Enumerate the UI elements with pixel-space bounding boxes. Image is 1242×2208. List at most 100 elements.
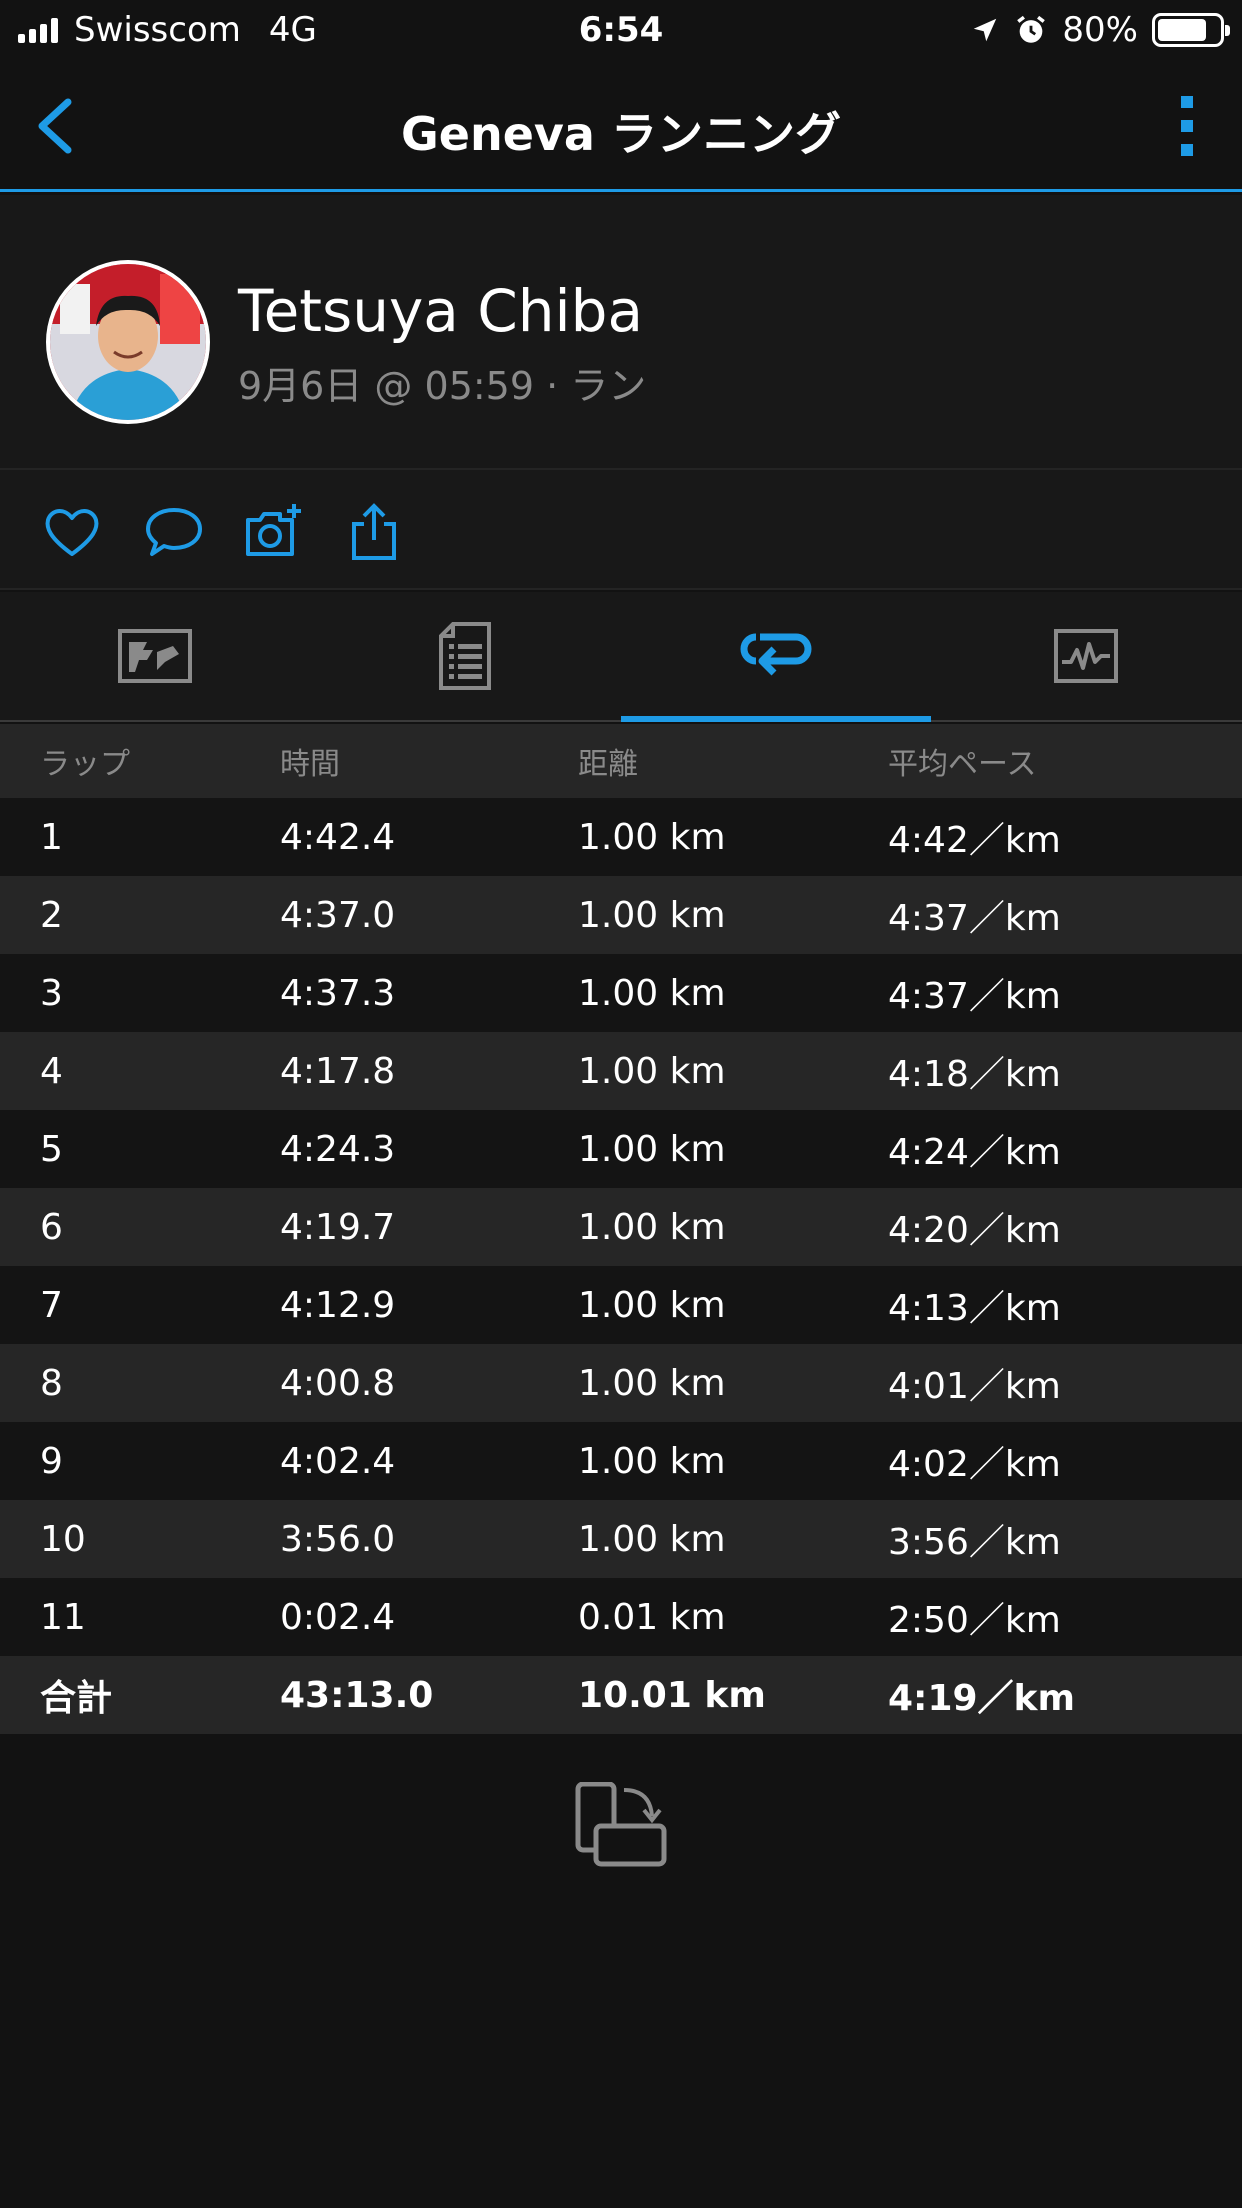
- lap-distance: 1.00 km: [578, 894, 726, 936]
- battery-fill: [1158, 19, 1206, 41]
- table-row: 7 4:12.9 1.00 km 4:13／km: [0, 1266, 1242, 1344]
- header-avg-pace: 平均ペース: [888, 747, 1037, 782]
- table-row: 8 4:00.8 1.00 km 4:01／km: [0, 1344, 1242, 1422]
- lap-pace: 4:13／km: [888, 1288, 1061, 1329]
- activity-tabs: [0, 592, 1242, 722]
- lap-time: 4:42.4: [280, 816, 396, 858]
- profile-header: Tetsuya Chiba 9月6日 @ 05:59 · ラン: [0, 195, 1242, 470]
- lap-distance: 1.00 km: [578, 1362, 726, 1404]
- lap-pace: 4:42／km: [888, 820, 1061, 861]
- laps-icon: [740, 633, 812, 676]
- lap-pace: 4:24／km: [888, 1132, 1061, 1173]
- lap-number: 1: [40, 816, 63, 858]
- tab-map[interactable]: [0, 592, 310, 720]
- lap-number: 11: [40, 1596, 86, 1638]
- lap-pace: 4:37／km: [888, 976, 1061, 1017]
- header-distance: 距離: [578, 747, 638, 782]
- lap-distance: 1.00 km: [578, 1050, 726, 1092]
- lap-distance: 1.00 km: [578, 1128, 726, 1170]
- activity-meta: 9月6日 @ 05:59 · ラン: [238, 364, 647, 408]
- lap-distance: 1.00 km: [578, 1440, 726, 1482]
- lap-time: 4:24.3: [280, 1128, 396, 1170]
- status-left: Swisscom 4G: [18, 10, 317, 50]
- signal-icon: [18, 17, 58, 43]
- alarm-icon: [1017, 15, 1046, 43]
- comment-icon[interactable]: [142, 500, 206, 564]
- header-time: 時間: [280, 747, 340, 782]
- more-vertical-icon[interactable]: [1172, 94, 1202, 158]
- total-pace: 4:19／km: [888, 1678, 1075, 1719]
- table-row: 9 4:02.4 1.00 km 4:02／km: [0, 1422, 1242, 1500]
- rotate-device-icon[interactable]: [574, 1782, 668, 1868]
- nav-bar: Geneva ランニング: [0, 60, 1242, 192]
- lap-number: 6: [40, 1206, 63, 1248]
- lap-pace: 2:50／km: [888, 1600, 1061, 1641]
- battery-percent: 80%: [1062, 10, 1138, 50]
- total-time: 43:13.0: [280, 1674, 434, 1716]
- lap-number: 4: [40, 1050, 63, 1092]
- share-icon[interactable]: [342, 500, 406, 564]
- location-icon: [974, 18, 997, 42]
- lap-pace: 4:18／km: [888, 1054, 1061, 1095]
- lap-distance: 0.01 km: [578, 1596, 726, 1638]
- lap-time: 0:02.4: [280, 1596, 396, 1638]
- lap-number: 5: [40, 1128, 63, 1170]
- lap-pace: 3:56／km: [888, 1522, 1061, 1563]
- chart-icon: [1054, 629, 1118, 683]
- lap-time: 4:17.8: [280, 1050, 396, 1092]
- lap-number: 3: [40, 972, 63, 1014]
- lap-time: 3:56.0: [280, 1518, 396, 1560]
- tab-laps[interactable]: [621, 592, 931, 722]
- details-icon: [439, 622, 491, 690]
- camera-add-icon[interactable]: [242, 500, 306, 564]
- lap-distance: 1.00 km: [578, 1518, 726, 1560]
- total-label: 合計: [40, 1678, 113, 1719]
- lap-pace: 4:20／km: [888, 1210, 1061, 1251]
- lap-time: 4:19.7: [280, 1206, 396, 1248]
- lap-number: 2: [40, 894, 63, 936]
- lap-time: 4:12.9: [280, 1284, 396, 1326]
- heart-icon[interactable]: [40, 500, 104, 564]
- lap-number: 8: [40, 1362, 63, 1404]
- lap-number: 10: [40, 1518, 86, 1560]
- lap-time: 4:00.8: [280, 1362, 396, 1404]
- tab-chart[interactable]: [931, 592, 1241, 720]
- header-lap: ラップ: [40, 747, 130, 782]
- total-distance: 10.01 km: [578, 1674, 766, 1716]
- lap-time: 4:37.0: [280, 894, 396, 936]
- network-label: 4G: [268, 10, 317, 50]
- avatar[interactable]: [46, 260, 210, 424]
- table-row: 2 4:37.0 1.00 km 4:37／km: [0, 876, 1242, 954]
- table-row: 11 0:02.4 0.01 km 2:50／km: [0, 1578, 1242, 1656]
- battery-icon: [1152, 13, 1230, 47]
- laps-table: ラップ 時間 距離 平均ペース 1 4:42.4 1.00 km 4:42／km 2 4:…: [0, 724, 1242, 1734]
- activity-screen: Swisscom 4G 6:54 80% Geneva ランニング Tetsuy…: [0, 0, 1242, 2208]
- lap-pace: 4:02／km: [888, 1444, 1061, 1485]
- carrier-label: Swisscom: [74, 10, 241, 50]
- avatar-image: [50, 264, 206, 420]
- table-row: 1 4:42.4 1.00 km 4:42／km: [0, 798, 1242, 876]
- lap-time: 4:37.3: [280, 972, 396, 1014]
- lap-number: 7: [40, 1284, 63, 1326]
- table-row: 3 4:37.3 1.00 km 4:37／km: [0, 954, 1242, 1032]
- table-row: 6 4:19.7 1.00 km 4:20／km: [0, 1188, 1242, 1266]
- lap-distance: 1.00 km: [578, 972, 726, 1014]
- lap-distance: 1.00 km: [578, 1284, 726, 1326]
- status-right: 80%: [970, 10, 1230, 50]
- lap-distance: 1.00 km: [578, 1206, 726, 1248]
- lap-time: 4:02.4: [280, 1440, 396, 1482]
- table-header: ラップ 時間 距離 平均ペース: [0, 724, 1242, 798]
- page-title: Geneva ランニング: [401, 107, 841, 161]
- table-row: 4 4:17.8 1.00 km 4:18／km: [0, 1032, 1242, 1110]
- lap-number: 9: [40, 1440, 63, 1482]
- lap-distance: 1.00 km: [578, 816, 726, 858]
- user-name[interactable]: Tetsuya Chiba: [238, 277, 643, 345]
- action-bar: [0, 470, 1242, 590]
- tab-details[interactable]: [310, 592, 620, 720]
- lap-pace: 4:37／km: [888, 898, 1061, 939]
- lap-pace: 4:01／km: [888, 1366, 1061, 1407]
- table-row: 5 4:24.3 1.00 km 4:24／km: [0, 1110, 1242, 1188]
- table-row-total: 合計 43:13.0 10.01 km 4:19／km: [0, 1656, 1242, 1734]
- map-icon: [118, 629, 192, 683]
- status-bar: Swisscom 4G 6:54 80%: [0, 0, 1242, 60]
